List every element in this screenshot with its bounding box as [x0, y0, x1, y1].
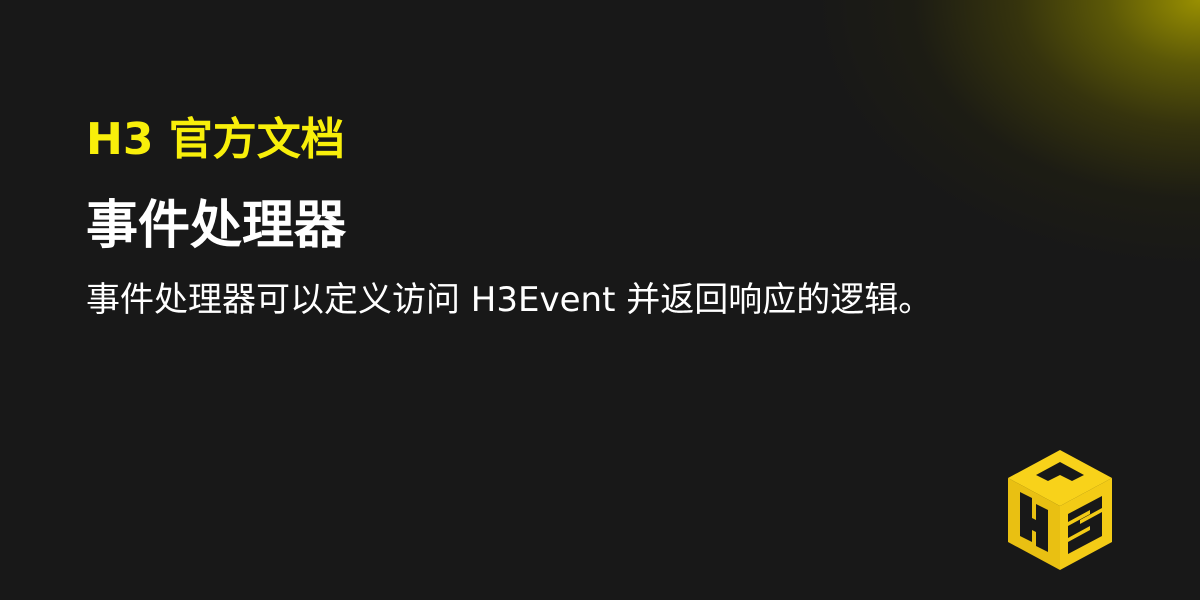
page-description: 事件处理器可以定义访问 H3Event 并返回响应的逻辑。	[86, 280, 933, 320]
page-title: 事件处理器	[86, 196, 347, 256]
section-label: H3 官方文档	[86, 114, 345, 165]
h3-cube-logo-icon	[1008, 450, 1112, 570]
hero: H3 官方文档 事件处理器 事件处理器可以定义访问 H3Event 并返回响应的…	[86, 108, 986, 324]
